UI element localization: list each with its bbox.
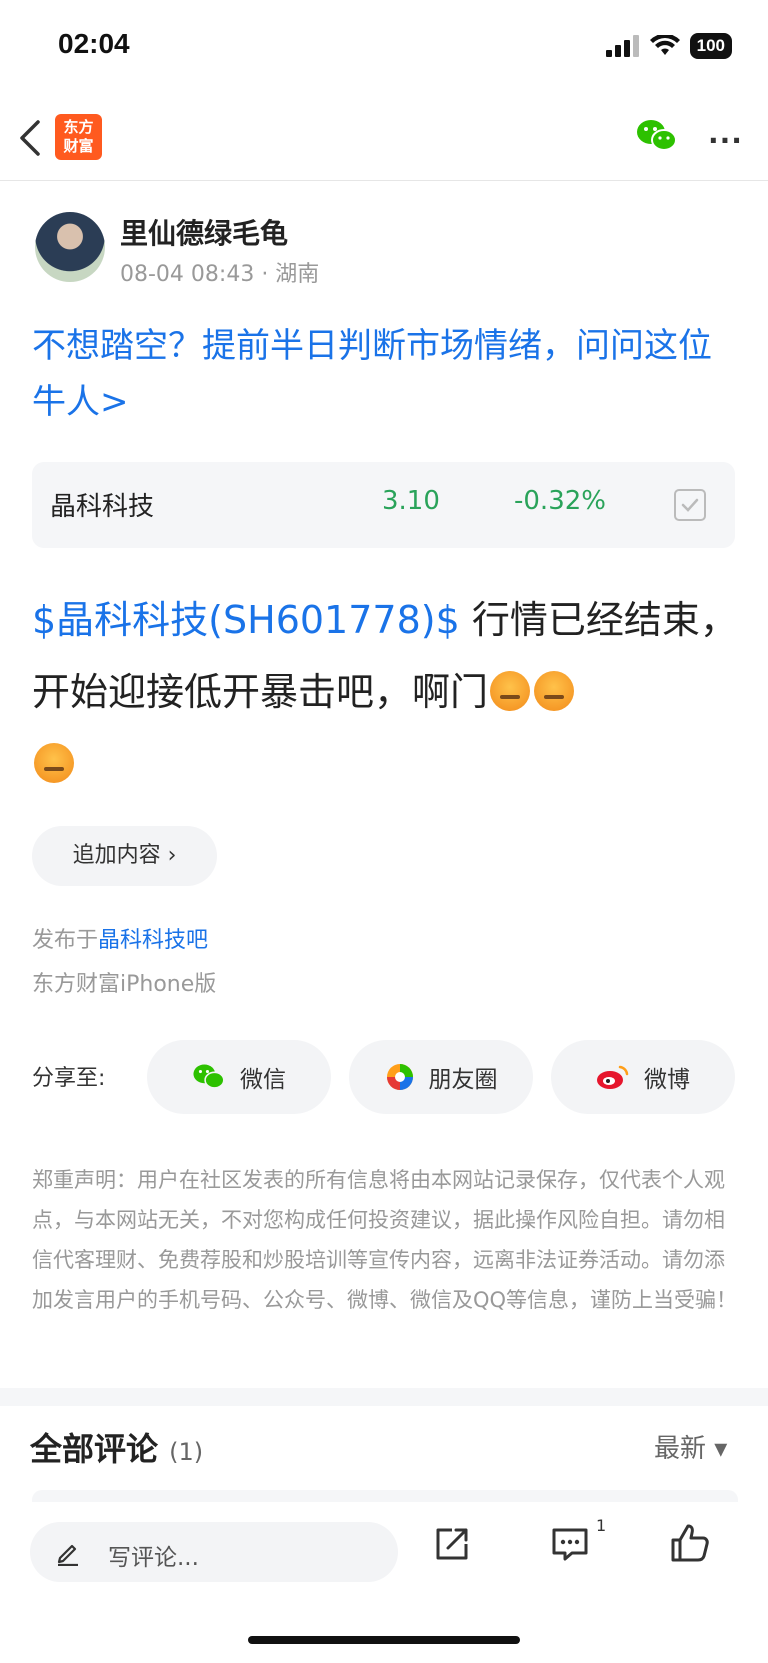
comments-count: (1) — [169, 1438, 204, 1466]
wechat-share-button[interactable] — [636, 118, 678, 158]
share-wechat-label: 微信 — [240, 1067, 286, 1093]
app-logo-line1: 东方 — [63, 118, 94, 136]
sweat-emoji-icon — [34, 743, 74, 783]
comment-icon — [552, 1528, 588, 1561]
share-wechat-button[interactable]: 微信 — [147, 1040, 331, 1114]
post-body: $晶科科技(SH601778)$ 行情已经结束，开始迎接低开暴击吧，啊门 — [32, 584, 738, 800]
section-divider — [0, 1388, 768, 1406]
comment-input[interactable]: 写评论... — [30, 1522, 398, 1582]
comments-button[interactable] — [550, 1524, 590, 1568]
wifi-icon — [649, 35, 680, 55]
chevron-left-icon — [20, 120, 40, 156]
weibo-icon — [597, 1065, 629, 1089]
post-meta: 08-04 08:43 · 湖南 — [120, 262, 320, 287]
client-source: 东方财富iPhone版 — [32, 972, 217, 997]
status-icons: 100 — [605, 33, 732, 59]
pencil-icon — [57, 1544, 78, 1566]
posted-in: 发布于晶科科技吧 — [32, 922, 208, 954]
more-button[interactable]: ··· — [708, 124, 743, 157]
wechat-icon — [193, 1064, 225, 1089]
avatar[interactable] — [35, 212, 105, 282]
status-time: 02:04 — [58, 28, 130, 59]
sweat-emoji-icon — [534, 671, 575, 711]
share-label: 分享至: — [32, 1066, 106, 1091]
share-weibo-label: 微博 — [644, 1067, 690, 1093]
share-weibo-button[interactable]: 微博 — [551, 1040, 735, 1114]
comment-card-top — [32, 1490, 738, 1502]
comment-count-badge: 1 — [596, 1516, 607, 1535]
app-logo-line2: 财富 — [63, 137, 94, 155]
moments-icon — [386, 1064, 413, 1090]
stock-card[interactable]: 晶科科技 3.10 -0.32% — [32, 462, 735, 548]
signal-icon — [605, 35, 639, 57]
author-name[interactable]: 里仙德绿毛龟 — [120, 212, 288, 252]
stock-name: 晶科科技 — [50, 492, 155, 522]
back-button[interactable] — [16, 118, 56, 162]
like-button[interactable] — [670, 1522, 710, 1568]
disclaimer: 郑重声明：用户在社区发表的所有信息将由本网站记录保存，仅代表个人观点，与本网站无… — [32, 1168, 738, 1312]
check-icon — [681, 498, 699, 512]
battery-icon: 100 — [689, 33, 732, 59]
home-indicator — [248, 1636, 520, 1644]
share-button[interactable] — [432, 1524, 472, 1568]
comments-title: 全部评论 — [30, 1430, 159, 1468]
share-moments-button[interactable]: 朋友圈 — [349, 1040, 533, 1114]
nav-bar: 东方 财富 ··· — [0, 100, 768, 181]
append-content-button[interactable]: 追加内容 › — [32, 826, 217, 886]
stock-change: -0.32% — [514, 486, 606, 516]
promo-link[interactable]: 不想踏空？提前半日判断市场情绪，问问这位牛人> — [32, 318, 737, 430]
stock-bar-link[interactable]: 晶科科技吧 — [98, 928, 208, 953]
comment-placeholder: 写评论... — [108, 1545, 199, 1571]
posted-in-prefix: 发布于 — [32, 928, 99, 953]
share-moments-label: 朋友圈 — [428, 1067, 498, 1093]
add-watchlist-checkbox[interactable] — [674, 489, 706, 521]
sort-dropdown[interactable]: 最新 ▾ — [654, 1428, 727, 1465]
app-logo: 东方 财富 — [55, 114, 102, 160]
stock-price: 3.10 — [382, 486, 440, 516]
stock-tag-link[interactable]: $晶科科技(SH601778)$ — [32, 598, 460, 642]
comments-header: 全部评论 (1) — [30, 1424, 203, 1470]
wechat-icon — [637, 120, 677, 151]
sweat-emoji-icon — [490, 671, 531, 711]
thumbs-up-icon — [671, 1524, 709, 1562]
share-icon — [436, 1528, 468, 1560]
